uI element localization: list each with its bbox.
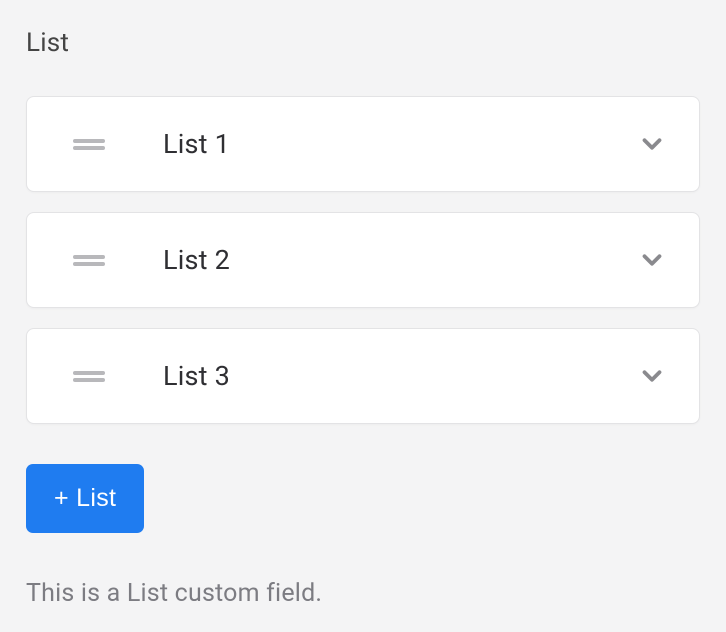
list-item-label: List 2 [163, 244, 637, 276]
list-item[interactable]: List 2 [26, 212, 700, 308]
drag-handle-icon[interactable] [73, 139, 105, 150]
list-item-label: List 1 [163, 128, 637, 160]
drag-handle-icon[interactable] [73, 371, 105, 382]
list-items-container: List 1 List 2 List 3 [26, 96, 700, 424]
list-item[interactable]: List 1 [26, 96, 700, 192]
field-label: List [26, 28, 700, 58]
helper-text: This is a List custom field. [26, 579, 700, 608]
chevron-down-icon[interactable] [637, 361, 667, 391]
chevron-down-icon[interactable] [637, 245, 667, 275]
chevron-down-icon[interactable] [637, 129, 667, 159]
list-item-label: List 3 [163, 360, 637, 392]
add-list-button[interactable]: + List [26, 464, 144, 533]
drag-handle-icon[interactable] [73, 255, 105, 266]
list-item[interactable]: List 3 [26, 328, 700, 424]
